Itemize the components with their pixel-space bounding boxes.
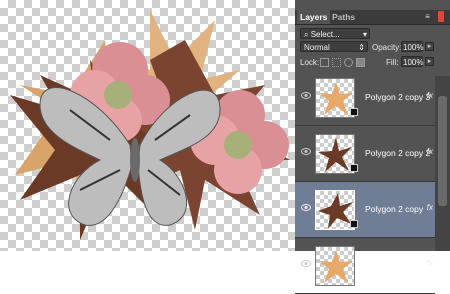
opacity-dropdown-button[interactable]: ▸ [425, 42, 434, 51]
layer-thumbnail [315, 78, 355, 118]
layer-name[interactable]: Polygon 2 copy [365, 204, 423, 214]
layer-list-scrollbar[interactable] [435, 76, 450, 251]
fill-input[interactable]: 100% [401, 56, 423, 67]
lock-transparent-icon[interactable] [320, 58, 329, 67]
visibility-eye-icon[interactable] [301, 92, 311, 99]
fill-label: Fill: [386, 58, 399, 67]
fx-icon[interactable]: fx [427, 203, 433, 212]
vector-mask-icon [350, 164, 358, 172]
layers-panel: Layers Paths ≡ ⌕ Select... ▾ Normal ⇕ Op… [295, 0, 450, 294]
lock-label: Lock: [300, 58, 320, 67]
layer-filter-label: Select... [310, 30, 340, 39]
panel-close-button[interactable] [438, 11, 444, 22]
tab-paths[interactable]: Paths [329, 10, 358, 24]
panel-tab-bar: Layers Paths ≡ [295, 10, 450, 25]
layer-row[interactable]: Polygon 2 copy 2 fx [295, 126, 435, 182]
fill-dropdown-button[interactable]: ▸ [425, 57, 434, 66]
panel-menu-icon[interactable]: ≡ [423, 12, 432, 21]
chevron-updown-icon: ⇕ [358, 43, 365, 52]
layer-row[interactable]: Polygon 2 copy 3 fx [295, 70, 435, 126]
lock-image-icon[interactable] [332, 58, 341, 67]
layer-thumbnail [315, 190, 355, 230]
visibility-eye-icon[interactable] [301, 148, 311, 155]
star-thumbnail-icon [319, 250, 353, 283]
layer-row-selected[interactable]: Polygon 2 copy fx [295, 182, 435, 238]
fx-icon[interactable]: fx [427, 259, 433, 268]
opacity-label: Opacity: [372, 43, 402, 52]
document-canvas[interactable] [0, 0, 295, 251]
layer-thumbnail [315, 246, 355, 286]
lock-row: Lock: Fill: 100% ▸ [295, 55, 450, 69]
search-icon: ⌕ [304, 30, 309, 39]
blend-mode-value: Normal [304, 43, 330, 52]
opacity-input[interactable]: 100% [401, 41, 423, 52]
layer-thumbnail [315, 134, 355, 174]
scrollbar-thumb[interactable] [438, 96, 447, 206]
chevron-down-icon: ▾ [362, 30, 367, 39]
lock-all-icon[interactable] [356, 58, 365, 67]
layer-filter-select[interactable]: ⌕ Select... ▾ [300, 28, 370, 39]
layer-name[interactable]: Polygon 2 [365, 260, 403, 270]
layer-row[interactable]: Polygon 2 fx [295, 238, 435, 294]
filter-row: ⌕ Select... ▾ [295, 27, 450, 41]
blend-row: Normal ⇕ Opacity: 100% ▸ [295, 40, 450, 54]
vector-mask-icon [350, 220, 358, 228]
layer-name[interactable]: Polygon 2 copy 3 [365, 92, 430, 102]
fx-icon[interactable]: fx [427, 147, 433, 156]
blend-mode-select[interactable]: Normal ⇕ [300, 41, 368, 52]
tab-layers[interactable]: Layers [297, 10, 331, 24]
visibility-eye-icon[interactable] [301, 260, 311, 267]
fx-icon[interactable]: fx [427, 91, 433, 100]
artwork [10, 10, 290, 240]
lock-position-icon[interactable] [344, 58, 353, 67]
layer-list: Polygon 2 copy 3 fx Polygon 2 copy 2 fx … [295, 76, 450, 294]
vector-mask-icon [350, 108, 358, 116]
visibility-eye-icon[interactable] [301, 204, 311, 211]
layer-name[interactable]: Polygon 2 copy 2 [365, 148, 430, 158]
